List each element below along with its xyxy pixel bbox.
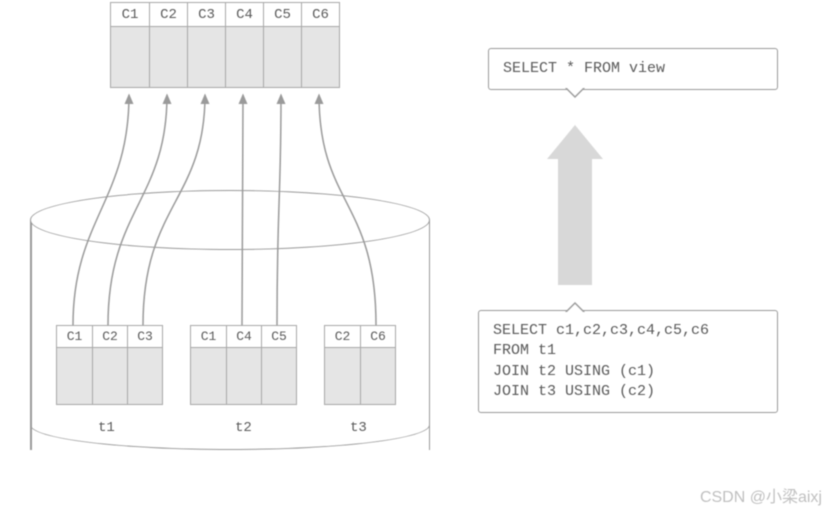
view-col-header: C3 [188, 3, 225, 27]
view-col-body [264, 27, 301, 87]
source-table-t3: C2 C6 [324, 325, 396, 405]
t3-col-header: C6 [361, 326, 395, 348]
table-label-t3: t3 [350, 420, 367, 436]
view-col-body [302, 27, 339, 87]
bubble-tail [565, 86, 585, 106]
t2-col-header: C4 [227, 326, 261, 348]
sql-definition-bubble: SELECT c1,c2,c3,c4,c5,c6 FROM t1 JOIN t2… [478, 310, 778, 413]
sql-definition-text: SELECT c1,c2,c3,c4,c5,c6 FROM t1 JOIN t2… [493, 322, 709, 400]
view-col-body [150, 27, 187, 87]
t3-col-header: C2 [325, 326, 360, 348]
view-col-body [188, 27, 225, 87]
view-col-header: C4 [226, 3, 263, 27]
table-label-t1: t1 [98, 420, 115, 436]
sql-view-query-text: SELECT * FROM view [503, 60, 665, 77]
source-table-t2: C1 C4 C5 [190, 325, 297, 405]
t2-col-header: C5 [262, 326, 296, 348]
view-result-table: C1 C2 C3 C4 C5 C6 [110, 2, 340, 88]
bubble-tail [565, 294, 585, 314]
view-col-header: C2 [150, 3, 187, 27]
t1-col-header: C3 [128, 326, 162, 348]
view-col-body [111, 27, 149, 87]
view-col-header: C6 [302, 3, 339, 27]
database-cylinder [30, 190, 430, 450]
sql-view-query-bubble: SELECT * FROM view [488, 48, 778, 90]
view-col-body [226, 27, 263, 87]
view-col-header: C1 [111, 3, 149, 27]
view-col-header: C5 [264, 3, 301, 27]
t1-col-header: C1 [57, 326, 92, 348]
table-label-t2: t2 [235, 420, 252, 436]
up-arrow-icon [547, 125, 603, 285]
source-table-t1: C1 C2 C3 [56, 325, 163, 405]
watermark-text: CSDN @小梁aixj [700, 483, 822, 507]
t1-col-header: C2 [93, 326, 127, 348]
t2-col-header: C1 [191, 326, 226, 348]
